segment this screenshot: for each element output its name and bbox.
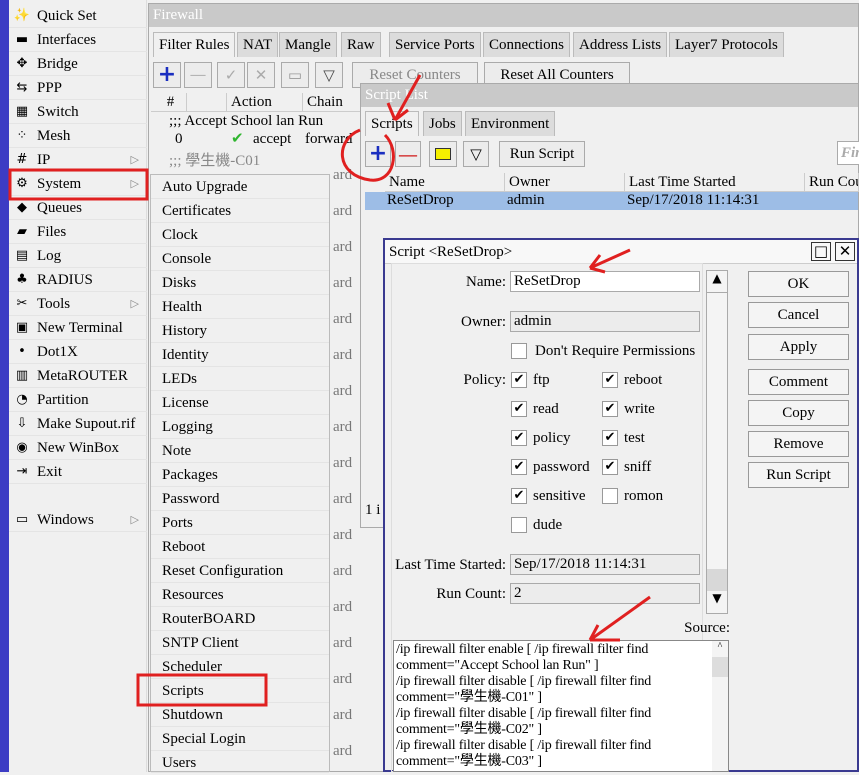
annotation-circle — [341, 128, 395, 182]
annotation-layer — [8, 74, 651, 707]
scripts-highlight — [136, 673, 268, 707]
annotation-arrow — [588, 595, 651, 642]
annotation-arrow — [386, 74, 422, 122]
annotation-arrow — [588, 248, 631, 274]
system-highlight — [8, 168, 149, 201]
